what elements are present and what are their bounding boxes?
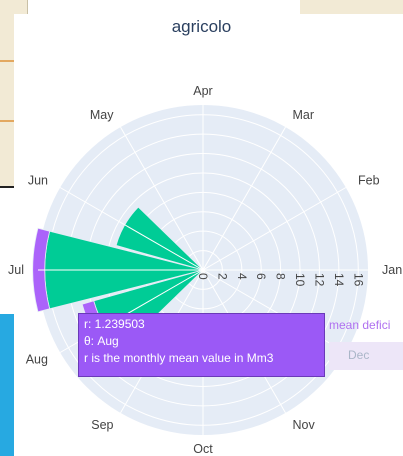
month-label-nov: Nov	[293, 418, 316, 432]
radial-tick-16: 16	[351, 273, 365, 287]
radial-tick-10: 10	[293, 273, 307, 287]
month-label-sep: Sep	[91, 418, 113, 432]
radial-tick-6: 6	[254, 273, 268, 280]
tooltip-r: r: 1.239503	[84, 317, 145, 331]
month-label-apr: Apr	[193, 84, 212, 98]
legend-dec-label: Dec	[348, 348, 370, 362]
month-label-jul: Jul	[8, 263, 24, 277]
tooltip-description: r is the monthly mean value in Mm3	[84, 351, 274, 365]
polar-chart: Jan Feb Mar Apr May Jun Jul Aug Sep Oct Nov Dec 024…	[8, 84, 402, 456]
month-label-aug: Aug	[26, 353, 48, 367]
month-label-may: May	[90, 108, 114, 122]
radial-tick-14: 14	[332, 273, 346, 287]
month-label-feb: Feb	[358, 174, 380, 188]
month-label-jun: Jun	[28, 174, 48, 188]
month-label-oct: Oct	[193, 442, 213, 456]
radial-tick-12: 12	[312, 273, 326, 287]
radial-tick-0: 0	[196, 273, 210, 280]
month-label-mar: Mar	[293, 108, 315, 122]
tooltip-theta: θ: Aug	[84, 334, 119, 348]
legend-entry-mean-deficit[interactable]: mean defici	[329, 318, 390, 332]
hover-tooltip: r: 1.239503 θ: Aug r is the monthly mean…	[78, 313, 325, 377]
radial-tick-2: 2	[215, 273, 229, 280]
month-label-jan: Jan	[382, 263, 402, 277]
radial-tick-8: 8	[274, 273, 288, 280]
radial-tick-4: 4	[235, 273, 249, 280]
